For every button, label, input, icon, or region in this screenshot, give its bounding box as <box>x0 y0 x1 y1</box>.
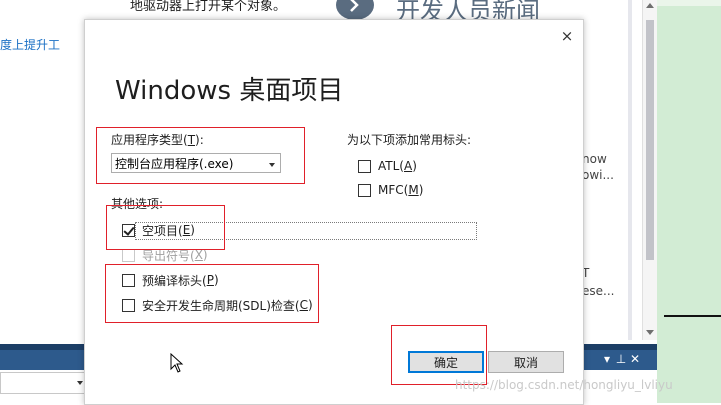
background-fragment: now <box>582 152 607 166</box>
headers-label: 为以下项添加常用标头: <box>347 133 472 147</box>
checkbox-icon[interactable] <box>358 159 371 173</box>
close-icon[interactable]: × <box>559 28 575 44</box>
atl-checkbox[interactable]: ATL(A) <box>358 157 417 175</box>
scroll-down-icon[interactable] <box>646 330 654 335</box>
tool-window-controls: ▾ ⊥ ✕ <box>600 352 642 366</box>
annotation-box-ok <box>391 325 487 385</box>
scrollbar-thumb[interactable] <box>646 20 654 260</box>
divider-line <box>664 315 721 317</box>
background-link[interactable]: 度上提升工 <box>0 36 60 53</box>
side-pane-header <box>657 0 721 6</box>
mfc-checkbox[interactable]: MFC(M) <box>358 181 423 199</box>
annotation-box-app-type <box>96 127 305 184</box>
checkbox-icon <box>122 248 135 262</box>
close-icon[interactable]: ✕ <box>628 352 642 366</box>
background-fragment: owi... <box>582 168 614 182</box>
news-chevron-button[interactable] <box>336 0 374 20</box>
side-pane <box>657 0 721 403</box>
annotation-box-options <box>105 264 319 323</box>
panel-divider <box>628 0 632 340</box>
dialog-title: Windows 桌面项目 <box>115 76 344 106</box>
chevron-right-icon <box>350 0 359 12</box>
output-source-dropdown[interactable] <box>0 372 88 394</box>
watermark-text: https://blog.csdn.net/hongliyu_lvliyu <box>455 378 673 392</box>
background-fragment: ese... <box>582 284 615 298</box>
vertical-scrollbar[interactable] <box>642 0 657 340</box>
checkbox-icon[interactable] <box>358 183 371 197</box>
mouse-cursor-icon <box>170 353 184 373</box>
pin-icon[interactable]: ⊥ <box>614 352 628 366</box>
dropdown-icon[interactable]: ▾ <box>600 352 614 366</box>
background-description-text: 地驱动器上打开某个对象。 <box>130 0 287 14</box>
annotation-box-empty-project <box>106 205 225 250</box>
scroll-up-icon[interactable] <box>646 3 654 8</box>
cancel-button[interactable]: 取消 <box>488 351 564 373</box>
